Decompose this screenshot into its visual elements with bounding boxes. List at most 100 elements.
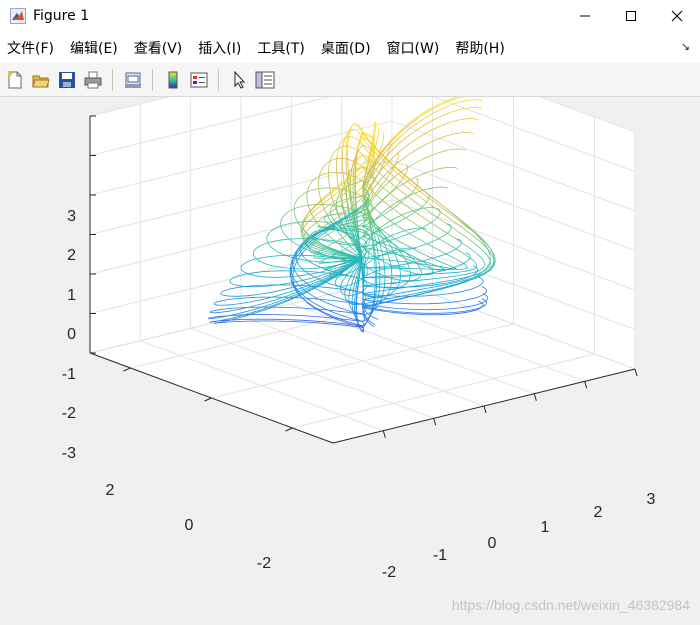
menu-insert[interactable]: 插入(I): [198, 38, 241, 58]
x-tick-mark: [635, 369, 637, 376]
mesh-line: [375, 129, 376, 133]
menu-file[interactable]: 文件(F): [7, 38, 54, 58]
open-file-icon: [32, 71, 50, 89]
menu-view[interactable]: 查看(V): [134, 38, 183, 58]
x-tick-label: 2: [594, 504, 603, 521]
mesh-line: [378, 126, 379, 127]
property-inspector-button[interactable]: [254, 69, 276, 91]
mesh-line: [345, 290, 346, 293]
mesh-line: [238, 296, 247, 297]
y-tick-mark: [205, 398, 212, 401]
mesh-line: [371, 325, 372, 326]
toolbar-separator: [152, 69, 153, 91]
mesh-line: [280, 221, 281, 225]
mesh-line: [340, 290, 341, 292]
z-tick-label: 2: [67, 247, 76, 264]
menu-help[interactable]: 帮助(H): [455, 38, 504, 58]
mesh-line: [336, 158, 340, 159]
mesh-line: [343, 166, 344, 173]
mesh-line: [367, 313, 369, 314]
mesh-line: [348, 138, 349, 143]
mesh-line: [353, 125, 355, 126]
mesh-line: [353, 295, 356, 296]
mesh-line: [373, 324, 374, 325]
mesh-line: [404, 267, 406, 268]
edit-plot-button[interactable]: [228, 69, 250, 91]
mesh-line: [267, 236, 268, 239]
mesh-line: [361, 329, 362, 330]
dock-arrow-icon[interactable]: ↘: [681, 40, 690, 53]
mesh-line: [486, 302, 487, 304]
mesh-line: [364, 305, 366, 306]
insert-legend-button[interactable]: [188, 69, 210, 91]
mesh-line: [418, 180, 419, 182]
close-icon: [671, 10, 683, 22]
mesh-line: [407, 166, 408, 168]
menu-tools[interactable]: 工具(T): [257, 38, 304, 58]
z-tick-label: -3: [62, 445, 76, 462]
toolbar: [0, 63, 700, 97]
link-plot-button[interactable]: [122, 69, 144, 91]
x-tick-label: -1: [433, 547, 447, 564]
mesh-line: [372, 323, 373, 324]
z-tick-label: 3: [67, 208, 76, 225]
print-button[interactable]: [82, 69, 104, 91]
z-tick-label: -1: [62, 366, 76, 383]
maximize-button[interactable]: [608, 0, 654, 32]
mesh-line: [383, 133, 384, 134]
insert-colorbar-button[interactable]: [162, 69, 184, 91]
x-tick-mark: [534, 394, 536, 401]
mesh-line: [363, 217, 366, 218]
new-figure-icon: [6, 71, 24, 89]
minimize-icon: [579, 10, 591, 22]
mesh-line: [368, 204, 369, 206]
print-icon: [84, 71, 102, 89]
mesh-line: [367, 219, 368, 220]
matlab-logo-icon: [10, 8, 26, 24]
menu-desktop[interactable]: 桌面(D): [321, 38, 371, 58]
save-button[interactable]: [56, 69, 78, 91]
link-plot-icon: [124, 71, 142, 89]
watermark: https://blog.csdn.net/weixin_46382984: [452, 597, 690, 613]
z-tick-label: -2: [62, 405, 76, 422]
maximize-icon: [625, 10, 637, 22]
mesh-line: [483, 305, 484, 307]
mesh-line: [337, 214, 342, 215]
title-bar: Figure 1: [0, 0, 700, 32]
mesh-line: [363, 323, 364, 324]
mesh-line: [365, 296, 366, 298]
menu-bar: 文件(F) 编辑(E) 查看(V) 插入(I) 工具(T) 桌面(D) 窗口(W…: [0, 32, 700, 63]
close-button[interactable]: [654, 0, 700, 32]
mesh-line: [363, 320, 364, 321]
mesh-line: [355, 162, 356, 168]
insert-legend-icon: [190, 71, 208, 89]
minimize-button[interactable]: [562, 0, 608, 32]
mesh-line: [374, 128, 375, 132]
surface-plot: 3 2 1 0 -1 -2 -3 -2 0 2 -2 -1 0 1 2 3: [0, 97, 700, 621]
edit-plot-arrow-icon: [230, 71, 248, 89]
mesh-line: [215, 312, 221, 313]
mesh-line: [370, 239, 371, 242]
mesh-line: [384, 282, 385, 287]
x-tick-label: -2: [382, 564, 396, 581]
mesh-line: [374, 318, 375, 319]
mesh-line: [353, 198, 354, 205]
mesh-line: [342, 146, 345, 147]
save-icon: [58, 71, 76, 89]
mesh-line: [354, 123, 355, 124]
menu-window[interactable]: 窗口(W): [387, 38, 440, 58]
menu-edit[interactable]: 编辑(E): [70, 38, 118, 58]
mesh-line: [367, 296, 369, 297]
mesh-line: [363, 312, 364, 313]
new-figure-button[interactable]: [4, 69, 26, 91]
y-tick-label: 2: [106, 482, 115, 499]
y-tick-mark: [124, 368, 131, 371]
mesh-line: [483, 281, 484, 283]
mesh-line: [347, 140, 348, 145]
mesh-line: [350, 175, 351, 181]
mesh-line: [317, 262, 326, 263]
open-file-button[interactable]: [30, 69, 52, 91]
mesh-line: [315, 222, 325, 223]
mesh-line: [361, 330, 362, 331]
mesh-line: [211, 322, 215, 323]
